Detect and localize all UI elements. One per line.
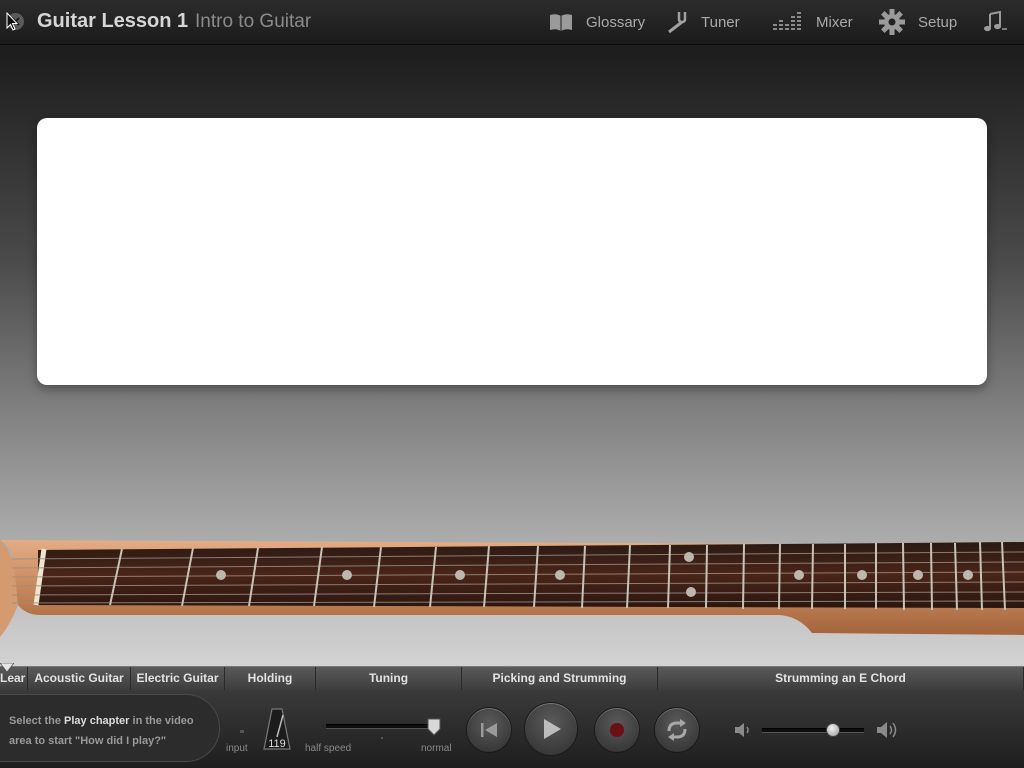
- chapter-tuning[interactable]: Tuning: [316, 667, 462, 690]
- mixer-label: Mixer: [816, 13, 853, 31]
- normal-speed-label: normal: [421, 743, 452, 754]
- tuner-label: Tuner: [701, 13, 740, 31]
- chapter-electric-guitar[interactable]: Electric Guitar: [131, 667, 225, 690]
- record-button[interactable]: [594, 707, 640, 753]
- guitar-neck: [0, 540, 1024, 637]
- lesson-subtitle: Intro to Guitar: [195, 11, 312, 32]
- music-menu-button[interactable]: [982, 0, 1020, 44]
- hint-text-prefix: Select the: [9, 715, 65, 727]
- loop-icon: [667, 719, 687, 741]
- volume-low-icon: [735, 723, 749, 737]
- play-button[interactable]: [524, 702, 578, 756]
- hint-bubble: Select the Play chapter in the video are…: [0, 694, 220, 762]
- mixer-button[interactable]: Mixer: [772, 0, 853, 44]
- input-level-indicator: [240, 730, 244, 733]
- chapter-picking-and-strumming[interactable]: Picking and Strumming: [462, 667, 658, 690]
- control-bar: Select the Play chapter in the video are…: [0, 690, 1024, 768]
- speed-slider-thumb[interactable]: [427, 718, 441, 736]
- playhead-icon[interactable]: [0, 663, 14, 673]
- chapter-holding[interactable]: Holding: [225, 667, 316, 690]
- setup-button[interactable]: Setup: [878, 0, 957, 44]
- glossary-label: Glossary: [586, 13, 646, 31]
- volume-slider-track[interactable]: [762, 728, 864, 733]
- book-icon: [548, 12, 574, 32]
- setup-label: Setup: [918, 13, 958, 31]
- gear-icon: [878, 8, 906, 36]
- glossary-button[interactable]: Glossary: [548, 0, 645, 44]
- tempo-value: 119: [268, 738, 286, 750]
- speed-slider-track[interactable]: [326, 724, 434, 729]
- hint-text-bold: Play chapter: [64, 715, 130, 727]
- chapter-acoustic-guitar[interactable]: Acoustic Guitar: [28, 667, 131, 690]
- chapter-bar: Lear Acoustic Guitar Electric Guitar Hol…: [0, 663, 1024, 691]
- volume-high-icon: [877, 722, 897, 738]
- input-label: input: [226, 743, 248, 754]
- volume-slider-thumb[interactable]: [826, 723, 841, 737]
- video-area[interactable]: [37, 118, 987, 385]
- cycle-button[interactable]: [654, 707, 700, 753]
- top-bar: Guitar Lesson 1 Intro to Guitar Glossary…: [0, 0, 1024, 45]
- record-icon: [610, 723, 624, 737]
- chapter-strumming-e-chord[interactable]: Strumming an E Chord: [658, 667, 1024, 690]
- play-icon: [544, 719, 561, 739]
- mouse-pointer-icon: [6, 12, 18, 31]
- lesson-title: Guitar Lesson 1: [37, 10, 189, 32]
- rewind-to-start-icon: [481, 723, 497, 737]
- half-speed-label: half speed: [305, 743, 352, 754]
- tuning-fork-icon: [665, 10, 689, 34]
- music-note-icon: [982, 10, 1008, 34]
- mixer-icon: [772, 12, 804, 32]
- tuner-button[interactable]: Tuner: [665, 0, 740, 44]
- speed-tick: [381, 737, 383, 739]
- rewind-button[interactable]: [466, 707, 512, 753]
